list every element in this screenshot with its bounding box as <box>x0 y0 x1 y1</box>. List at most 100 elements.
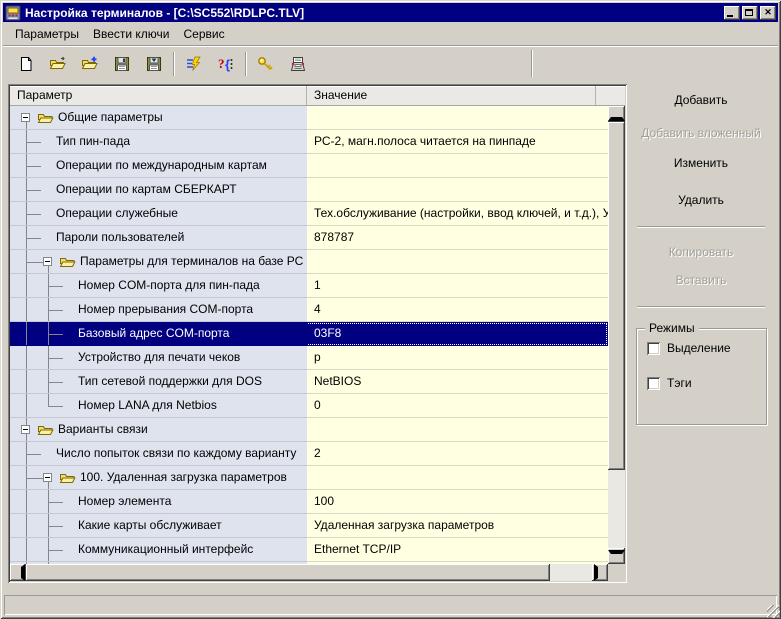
enter-keys-button[interactable] <box>253 51 278 76</box>
table-row-2[interactable]: Тип пин-пада РС-2, магн.полоса читается н… <box>10 130 608 154</box>
arrow-left-icon <box>10 564 25 581</box>
tree-line <box>26 434 27 441</box>
minimize-button[interactable] <box>724 5 740 20</box>
table-row-16[interactable]: 100. Удаленная загрузка параметров <box>10 466 608 490</box>
grid-header: Параметр Значение <box>10 86 625 106</box>
tree-line <box>26 538 27 561</box>
tree-line <box>26 418 27 425</box>
scroll-down-button[interactable] <box>608 548 625 564</box>
save-file-button[interactable] <box>109 51 134 76</box>
horizontal-scroll-thumb[interactable] <box>26 564 550 581</box>
menu-item-3[interactable]: Сервис <box>177 24 232 44</box>
param-cell: Номер элемента <box>10 490 307 514</box>
side-button-копировать: Копировать <box>668 245 734 259</box>
table-row-18[interactable]: Какие карты обслуживает Удаленная загрузк… <box>10 514 608 538</box>
horizontal-scrollbar[interactable] <box>10 564 608 581</box>
resize-grip[interactable] <box>767 605 780 618</box>
tree-line <box>26 274 27 297</box>
terminal-print-icon <box>290 56 305 71</box>
tree-line <box>26 514 27 537</box>
menu-item-1[interactable]: Параметры <box>8 24 86 44</box>
new-file-button[interactable] <box>13 51 38 76</box>
table-row-13[interactable]: Номер LANA для Netbios 0 <box>10 394 608 418</box>
tree-line <box>48 502 63 503</box>
close-button[interactable]: ✕ <box>760 5 776 20</box>
table-row-17[interactable]: Номер элемента 100 <box>10 490 608 514</box>
svg-text:?: ? <box>218 56 225 71</box>
table-row-10[interactable]: Базовый адрес COM-порта 03F8 <box>10 322 608 346</box>
param-cell: Общие параметры <box>10 106 307 130</box>
table-row-12[interactable]: Тип сетевой поддержки для DOS NetBIOS <box>10 370 608 394</box>
terminal-print-button[interactable] <box>285 51 310 76</box>
open-add-file-button[interactable] <box>77 51 102 76</box>
tree-line <box>26 454 41 455</box>
check-tags-button[interactable]: ? { <box>213 51 238 76</box>
table-row-9[interactable]: Номер прерывания COM-порта 4 <box>10 298 608 322</box>
side-button-добавить[interactable]: Добавить <box>633 89 769 111</box>
table-row-6[interactable]: Пароли пользователей 878787 <box>10 226 608 250</box>
titlebar: Настройка терминалов - [C:\SC552\RDLPC.T… <box>3 3 778 22</box>
table-row-8[interactable]: Номер COM-порта для пин-пада 1 <box>10 274 608 298</box>
folder-icon <box>37 423 54 440</box>
window-title: Настройка терминалов - [C:\SC552\RDLPC.T… <box>25 5 305 20</box>
mode-row: Выделение <box>647 341 731 355</box>
column-header-value[interactable]: Значение <box>307 86 596 105</box>
mode-row: Тэги <box>647 376 692 390</box>
collapse-expand-box[interactable] <box>21 113 30 122</box>
table-row-19[interactable]: Коммуникационный интерфейс Ethernet TCP/I… <box>10 538 608 562</box>
param-label: 100. Удаленная загрузка параметров <box>80 470 287 484</box>
side-separator <box>637 306 765 308</box>
table-row-5[interactable]: Операции служебные Тех.обслуживание (наст… <box>10 202 608 226</box>
table-row-4[interactable]: Операции по картам СБЕРКАРТ <box>10 178 608 202</box>
param-label: Номер COM-порта для пин-пада <box>78 278 260 292</box>
maximize-button[interactable] <box>742 5 758 20</box>
param-label: Тип пин-пада <box>56 134 131 148</box>
save-file-icon <box>114 56 129 71</box>
open-file-icon <box>49 56 66 69</box>
side-separator <box>637 226 765 228</box>
side-button-удалить[interactable]: Удалить <box>633 189 769 211</box>
folder-icon <box>59 471 76 488</box>
tree-line <box>26 370 27 393</box>
collapse-expand-box[interactable] <box>21 425 30 434</box>
collapse-expand-box[interactable] <box>43 257 52 266</box>
open-file-button[interactable] <box>45 51 70 76</box>
table-row-1[interactable]: Общие параметры <box>10 106 608 130</box>
vertical-scroll-thumb[interactable] <box>608 122 625 470</box>
param-label: Номер LANA для Netbios <box>78 398 217 412</box>
value-cell <box>307 106 608 130</box>
menu-item-2[interactable]: Ввести ключи <box>86 24 177 44</box>
table-row-7[interactable]: Параметры для терминалов на базе РС <box>10 250 608 274</box>
svg-text:{: { <box>225 57 230 72</box>
vertical-scrollbar[interactable] <box>608 106 625 564</box>
scroll-right-button[interactable] <box>592 564 608 581</box>
param-cell: Базовый адрес COM-порта <box>10 322 307 346</box>
table-row-15[interactable]: Число попыток связи по каждому варианту 2 <box>10 442 608 466</box>
toolbar-end-divider <box>531 50 533 77</box>
tree-line <box>26 322 27 345</box>
param-label: Число попыток связи по каждому варианту <box>56 446 297 460</box>
param-label: Варианты связи <box>58 422 148 436</box>
collapse-expand-box[interactable] <box>43 473 52 482</box>
tree-line <box>48 526 63 527</box>
checkbox-тэги[interactable] <box>647 376 660 390</box>
save-import-file-button[interactable] <box>141 51 166 76</box>
param-label: Операции по картам СБЕРКАРТ <box>56 182 237 196</box>
value-cell: РС-2, магн.полоса читается на пинпаде <box>307 130 608 154</box>
minimize-icon <box>727 14 733 17</box>
table-row-3[interactable]: Операции по международным картам <box>10 154 608 178</box>
key-icon <box>258 56 273 70</box>
scroll-left-button[interactable] <box>10 564 26 581</box>
param-cell: 100. Удаленная загрузка параметров <box>10 466 307 490</box>
checkbox-выделение[interactable] <box>647 341 660 355</box>
column-header-param[interactable]: Параметр <box>10 86 307 105</box>
table-row-11[interactable]: Устройство для печати чеков p <box>10 346 608 370</box>
side-button-изменить[interactable]: Изменить <box>633 152 769 174</box>
tree-line <box>26 166 41 167</box>
table-row-14[interactable]: Варианты связи <box>10 418 608 442</box>
validate-button[interactable] <box>181 51 206 76</box>
scroll-up-button[interactable] <box>608 106 625 122</box>
param-label: Какие карты обслуживает <box>78 518 222 532</box>
checkbox-label: Тэги <box>667 376 692 390</box>
save-import-file-icon <box>146 56 161 71</box>
